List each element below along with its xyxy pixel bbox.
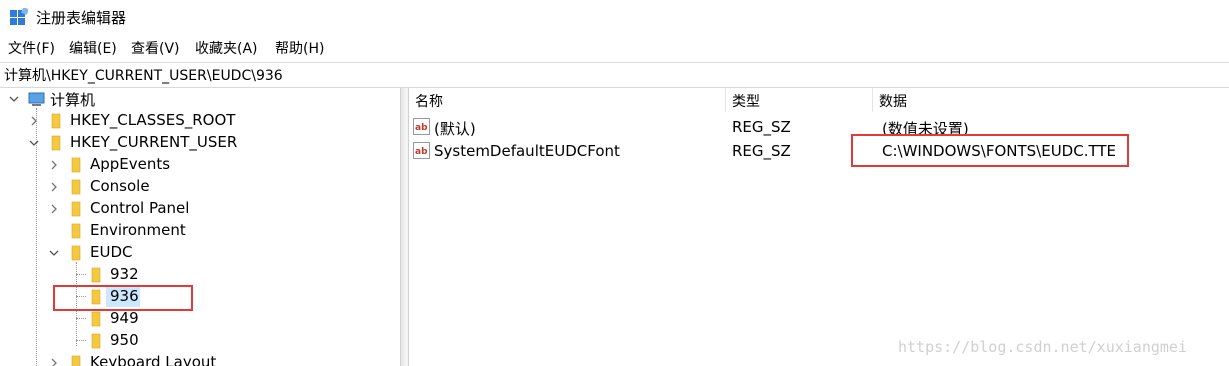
watermark: https://blog.csdn.net/xuxiangmei: [898, 338, 1187, 356]
tree-item-949[interactable]: 949: [0, 308, 400, 330]
annotation-box-data: [851, 134, 1129, 167]
folder-icon: [71, 223, 81, 239]
tree-item-932[interactable]: 932: [0, 264, 400, 286]
value-name: SystemDefaultEUDCFont: [434, 142, 620, 160]
svg-text:ab: ab: [415, 147, 428, 157]
menu-file[interactable]: 文件(F): [8, 38, 55, 58]
computer-icon: [28, 92, 45, 106]
tree-item-950[interactable]: 950: [0, 330, 400, 352]
folder-icon: [71, 179, 81, 195]
chevron-down-icon[interactable]: [8, 93, 20, 105]
tree-item-control-panel[interactable]: Control Panel: [0, 198, 400, 220]
chevron-right-icon[interactable]: [28, 115, 40, 127]
menu-edit[interactable]: 编辑(E): [69, 38, 117, 58]
tree-item-hkcu[interactable]: HKEY_CURRENT_USER: [0, 132, 400, 154]
chevron-right-icon[interactable]: [48, 159, 60, 171]
values-list[interactable]: 名称 类型 数据 ab (默认) REG_SZ (数值未设置) ab Syste…: [409, 88, 1229, 366]
chevron-right-icon[interactable]: [48, 203, 60, 215]
chevron-right-icon[interactable]: [48, 181, 60, 193]
folder-icon: [71, 157, 81, 173]
tree-item-computer[interactable]: 计算机: [0, 88, 400, 110]
value-type: REG_SZ: [732, 118, 791, 136]
column-header-label: 名称: [415, 94, 443, 110]
menu-help[interactable]: 帮助(H): [275, 38, 324, 58]
chevron-down-icon[interactable]: [28, 137, 40, 149]
tree-label: EUDC: [90, 243, 133, 261]
tree-label: Console: [90, 177, 150, 195]
folder-icon: [71, 201, 81, 217]
folder-icon: [71, 355, 81, 366]
tree-label: 950: [110, 331, 139, 349]
folder-icon: [91, 267, 101, 283]
string-value-icon: ab: [413, 118, 430, 135]
menu-favorites[interactable]: 收藏夹(A): [195, 38, 258, 58]
tree-label: Control Panel: [90, 199, 190, 217]
window-title: 注册表编辑器: [36, 9, 127, 27]
tree-label: 949: [110, 309, 139, 327]
chevron-down-icon[interactable]: [48, 247, 60, 259]
tree-item-environment[interactable]: Environment: [0, 220, 400, 242]
folder-icon: [91, 333, 101, 349]
column-header-label: 类型: [732, 94, 760, 110]
tree-label: AppEvents: [90, 155, 171, 173]
tree-label: 932: [110, 265, 139, 283]
chevron-right-icon[interactable]: [48, 357, 60, 366]
folder-icon: [71, 245, 81, 261]
tree-label: HKEY_CURRENT_USER: [70, 133, 238, 151]
registry-editor-icon: [10, 8, 28, 25]
annotation-box-936: [53, 285, 193, 311]
menu-view[interactable]: 查看(V): [131, 38, 180, 58]
column-header-data[interactable]: 数据: [873, 88, 1228, 112]
menu-bar: 文件(F) 编辑(E) 查看(V) 收藏夹(A) 帮助(H): [0, 36, 1229, 60]
folder-icon: [91, 311, 101, 327]
address-path[interactable]: 计算机\HKEY_CURRENT_USER\EUDC\936: [4, 65, 283, 85]
tree-label: HKEY_CLASSES_ROOT: [70, 111, 236, 129]
column-header-name[interactable]: 名称: [409, 88, 726, 112]
tree-item-keyboard-layout[interactable]: Keyboard Layout: [0, 352, 400, 366]
tree-item-hkcr[interactable]: HKEY_CLASSES_ROOT: [0, 110, 400, 132]
string-value-icon: ab: [413, 142, 430, 159]
key-tree[interactable]: 计算机 HKEY_CLASSES_ROOT HKEY_CURRENT_USER …: [0, 88, 400, 366]
tree-label: Keyboard Layout: [90, 353, 217, 366]
column-header-label: 数据: [879, 94, 907, 110]
folder-icon: [51, 135, 61, 151]
tree-item-eudc[interactable]: EUDC: [0, 242, 400, 264]
svg-text:ab: ab: [415, 123, 428, 133]
folder-icon: [51, 113, 61, 129]
value-type: REG_SZ: [732, 142, 791, 160]
tree-item-console[interactable]: Console: [0, 176, 400, 198]
tree-item-appevents[interactable]: AppEvents: [0, 154, 400, 176]
column-header-type[interactable]: 类型: [726, 88, 873, 112]
address-bar[interactable]: 计算机\HKEY_CURRENT_USER\EUDC\936: [0, 62, 1229, 88]
tree-label: Environment: [90, 221, 186, 239]
tree-label: 计算机: [50, 91, 96, 109]
value-name: (默认): [434, 120, 476, 138]
title-bar: 注册表编辑器: [0, 0, 1229, 34]
